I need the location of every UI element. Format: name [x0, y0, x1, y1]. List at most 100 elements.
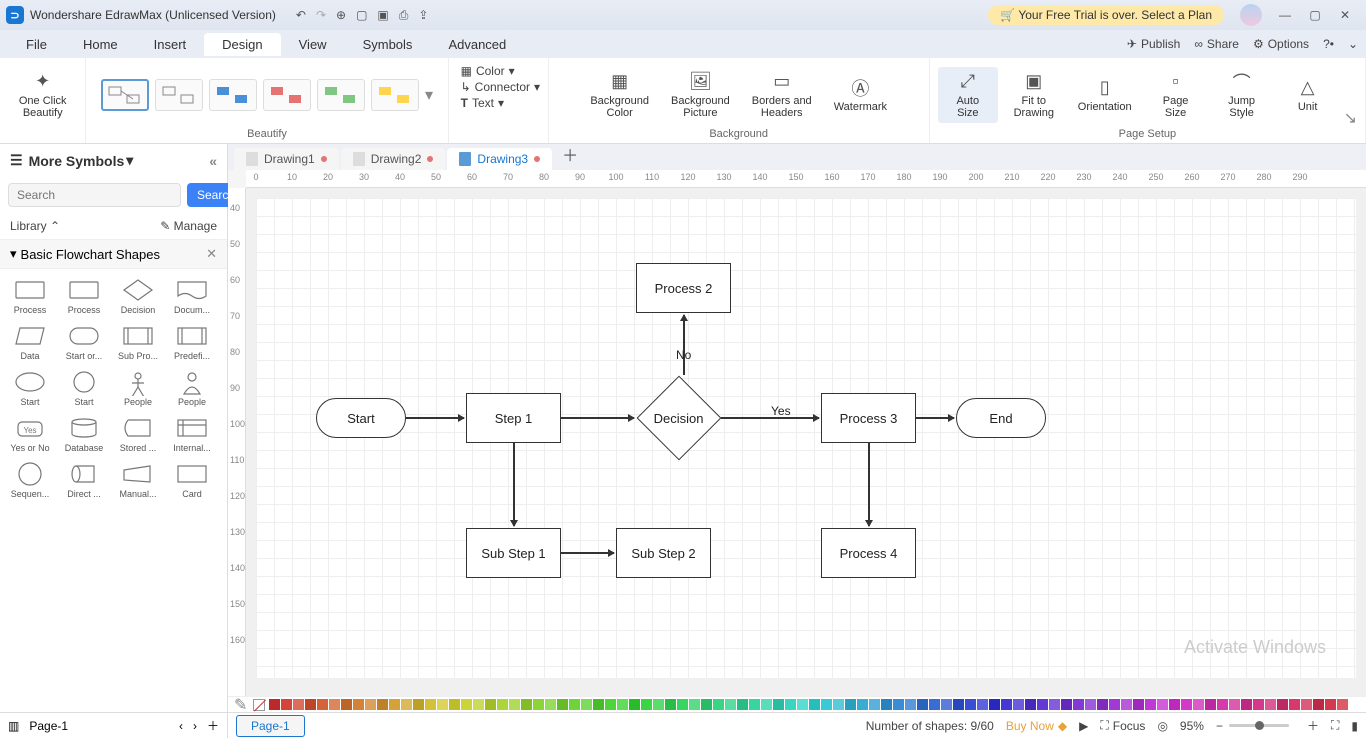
menu-symbols[interactable]: Symbols — [345, 33, 431, 56]
color-swatch[interactable] — [341, 699, 352, 710]
color-swatch[interactable] — [713, 699, 724, 710]
color-swatch[interactable] — [1289, 699, 1300, 710]
menu-design[interactable]: Design — [204, 33, 280, 56]
node-substep1[interactable]: Sub Step 1 — [466, 528, 561, 578]
color-swatch[interactable] — [1217, 699, 1228, 710]
edge[interactable] — [406, 417, 464, 419]
color-swatch[interactable] — [701, 699, 712, 710]
shape-stencil[interactable]: Internal... — [168, 413, 216, 453]
color-swatch[interactable] — [941, 699, 952, 710]
tab-drawing2[interactable]: Drawing2 — [341, 148, 446, 170]
zoom-in-icon[interactable]: ＋ — [1307, 717, 1319, 734]
color-swatch[interactable] — [557, 699, 568, 710]
node-process3[interactable]: Process 3 — [821, 393, 916, 443]
color-swatch[interactable] — [953, 699, 964, 710]
background-color-button[interactable]: ▦Background Color — [582, 67, 657, 123]
menu-view[interactable]: View — [281, 33, 345, 56]
pager-view-icon[interactable]: ▥ — [8, 719, 19, 733]
options-button[interactable]: ⚙ Options — [1253, 37, 1309, 51]
group-expand-icon[interactable]: ↘ — [1344, 108, 1357, 128]
publish-button[interactable]: ✈ Publish — [1127, 37, 1180, 51]
node-process2[interactable]: Process 2 — [636, 263, 731, 313]
shape-stencil[interactable]: Docum... — [168, 275, 216, 315]
page[interactable]: Start Step 1 Sub Step 1 Sub Step 2 Decis… — [256, 198, 1356, 678]
color-swatch[interactable] — [1025, 699, 1036, 710]
color-swatch[interactable] — [821, 699, 832, 710]
edge[interactable] — [916, 417, 954, 419]
color-swatch[interactable] — [509, 699, 520, 710]
color-swatch[interactable] — [437, 699, 448, 710]
color-swatch[interactable] — [1133, 699, 1144, 710]
color-swatch[interactable] — [485, 699, 496, 710]
menu-file[interactable]: File — [8, 33, 65, 56]
auto-size-button[interactable]: ⤢Auto Size — [938, 67, 998, 123]
page-tab-1[interactable]: Page-1 — [236, 715, 305, 737]
color-swatch[interactable] — [281, 699, 292, 710]
text-dropdown[interactable]: T Text ▾ — [461, 96, 540, 110]
color-swatch[interactable] — [737, 699, 748, 710]
pager-prev-icon[interactable]: ‹ — [179, 719, 183, 733]
color-swatch[interactable] — [1145, 699, 1156, 710]
color-swatch[interactable] — [977, 699, 988, 710]
edge[interactable] — [561, 417, 634, 419]
orientation-button[interactable]: ▯Orientation — [1070, 73, 1140, 117]
menu-advanced[interactable]: Advanced — [430, 33, 524, 56]
theme-more-icon[interactable]: ▾ — [425, 85, 433, 105]
share-button[interactable]: ∞ Share — [1194, 37, 1239, 51]
color-swatch[interactable] — [797, 699, 808, 710]
color-swatch[interactable] — [305, 699, 316, 710]
color-swatch[interactable] — [773, 699, 784, 710]
new-icon[interactable]: ⊕ — [336, 8, 346, 23]
minimize-button[interactable]: — — [1270, 8, 1300, 22]
color-swatch[interactable] — [1181, 699, 1192, 710]
color-swatch[interactable] — [1277, 699, 1288, 710]
color-swatch[interactable] — [1037, 699, 1048, 710]
color-swatch[interactable] — [809, 699, 820, 710]
color-swatch[interactable] — [857, 699, 868, 710]
color-swatch[interactable] — [1013, 699, 1024, 710]
shape-stencil[interactable]: Start or... — [60, 321, 108, 361]
shape-stencil[interactable]: Stored ... — [114, 413, 162, 453]
redo-icon[interactable]: ↷ — [316, 8, 326, 23]
color-swatch[interactable] — [653, 699, 664, 710]
save-icon[interactable]: ▣ — [377, 8, 388, 23]
color-swatch[interactable] — [689, 699, 700, 710]
presentation-icon[interactable]: ▶ — [1079, 719, 1088, 733]
color-swatch[interactable] — [749, 699, 760, 710]
color-swatch[interactable] — [917, 699, 928, 710]
color-swatch[interactable] — [881, 699, 892, 710]
collapse-panel-icon[interactable]: « — [209, 153, 217, 169]
color-swatch[interactable] — [497, 699, 508, 710]
color-swatch[interactable] — [1205, 699, 1216, 710]
color-swatch[interactable] — [1049, 699, 1060, 710]
color-swatch[interactable] — [641, 699, 652, 710]
fullscreen-icon[interactable]: ⛶ — [1331, 718, 1339, 733]
shape-stencil[interactable]: Sequen... — [6, 459, 54, 499]
manage-link[interactable]: ✎ Manage — [160, 219, 217, 233]
color-swatch[interactable] — [1001, 699, 1012, 710]
ribbon-collapse-icon[interactable]: ⌄ — [1348, 37, 1358, 51]
edge[interactable] — [868, 443, 870, 526]
color-swatch[interactable] — [293, 699, 304, 710]
color-swatch[interactable] — [473, 699, 484, 710]
print-icon[interactable]: ⎙ — [399, 8, 409, 23]
edge[interactable] — [561, 552, 614, 554]
user-avatar[interactable] — [1240, 4, 1262, 26]
color-swatch[interactable] — [1097, 699, 1108, 710]
unit-button[interactable]: △Unit — [1278, 73, 1338, 117]
hamburger-icon[interactable]: ☰ — [10, 152, 23, 169]
color-swatch[interactable] — [665, 699, 676, 710]
shape-stencil[interactable]: Process — [6, 275, 54, 315]
color-swatch[interactable] — [893, 699, 904, 710]
color-swatch[interactable] — [629, 699, 640, 710]
color-swatch[interactable] — [1313, 699, 1324, 710]
maximize-button[interactable]: ▢ — [1300, 8, 1330, 22]
color-swatch[interactable] — [1193, 699, 1204, 710]
close-category-icon[interactable]: ✕ — [206, 246, 217, 262]
pager-next-icon[interactable]: › — [193, 719, 197, 733]
shape-stencil[interactable]: People — [168, 367, 216, 407]
color-swatch[interactable] — [353, 699, 364, 710]
color-swatch[interactable] — [1109, 699, 1120, 710]
color-swatch[interactable] — [1157, 699, 1168, 710]
color-swatch[interactable] — [533, 699, 544, 710]
